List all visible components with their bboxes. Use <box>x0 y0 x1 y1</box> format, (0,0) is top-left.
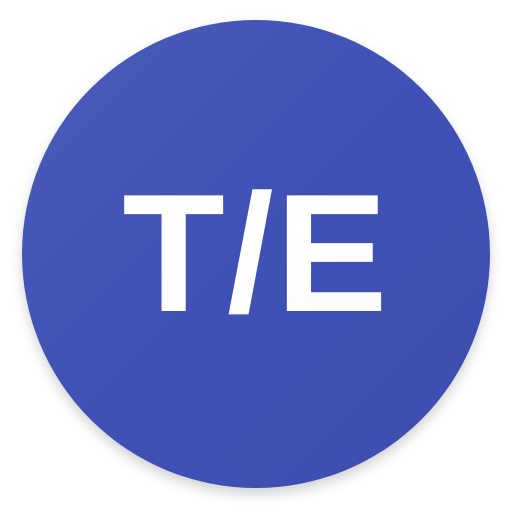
app-icon[interactable]: T/E <box>22 20 490 488</box>
app-icon-canvas: T/E <box>0 0 512 512</box>
app-icon-label: T/E <box>122 159 390 347</box>
